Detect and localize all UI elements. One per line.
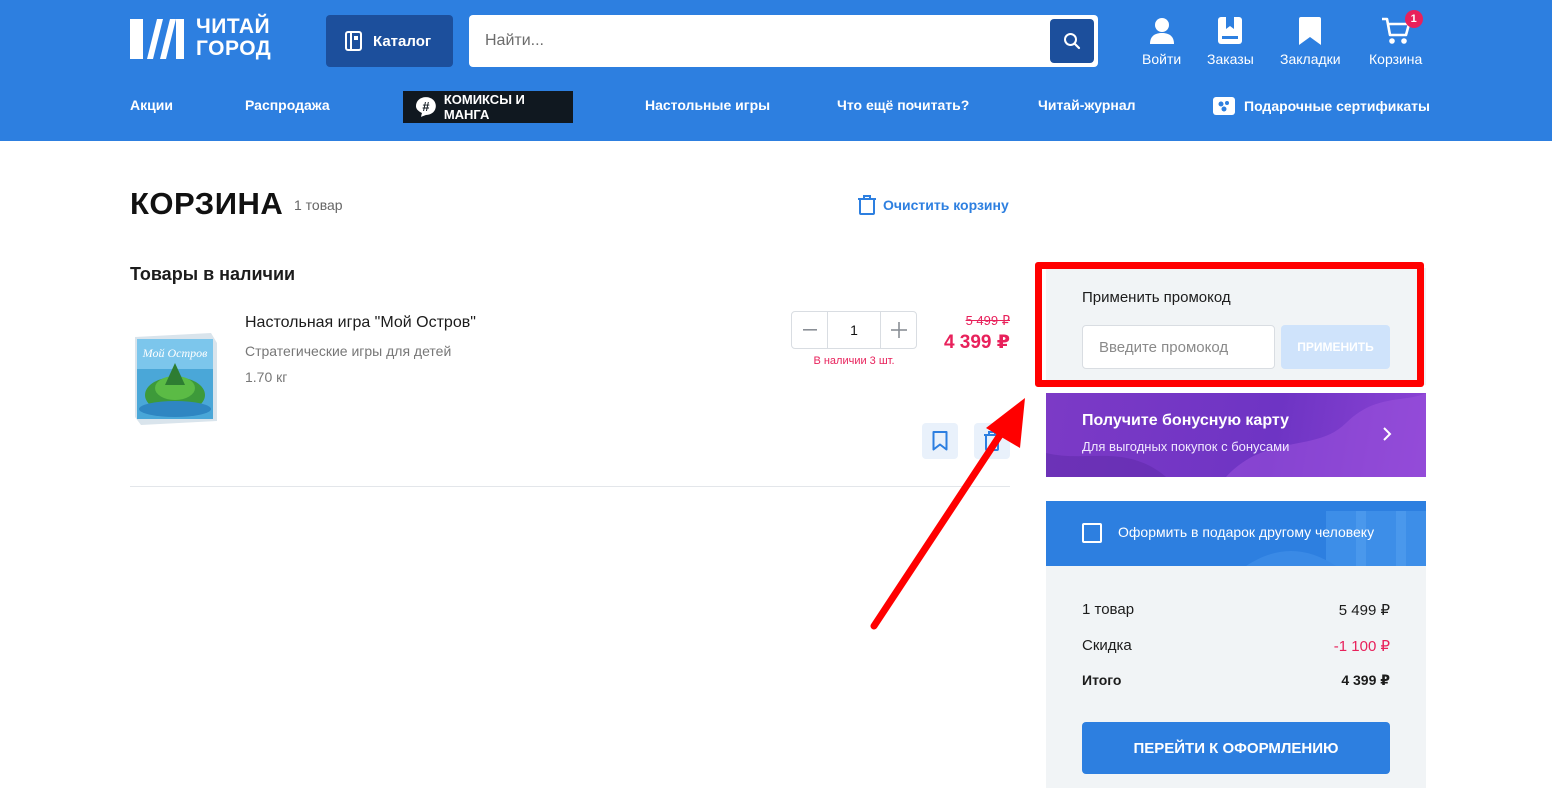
summary-items-value: 5 499 ₽ — [1338, 602, 1390, 619]
catalog-button[interactable]: Каталог — [326, 15, 453, 67]
catalog-book-icon — [345, 31, 362, 51]
summary-items-label: 1 товар — [1082, 601, 1135, 618]
product-box-art: Мой Остров — [135, 333, 217, 425]
nav-what-to-read[interactable]: Что ещё почитать? — [837, 97, 969, 113]
nav-comics-label: КОМИКСЫ И МАНГА — [443, 92, 525, 122]
nav-sale[interactable]: Распродажа — [245, 97, 330, 113]
comics-hash-icon: # — [415, 97, 436, 117]
svg-text:#: # — [422, 99, 429, 114]
box-art-title: Мой Остров — [142, 346, 208, 360]
decrease-quantity-button[interactable] — [792, 312, 827, 348]
orders-icon — [1218, 17, 1243, 44]
gift-label[interactable]: Оформить в подарок другому человеку — [1118, 524, 1374, 540]
annotation-arrow — [870, 398, 1025, 630]
in-stock-section-title: Товары в наличии — [130, 264, 296, 284]
nav-gift-cards-label: Подарочные сертификаты — [1244, 98, 1430, 114]
quantity-value[interactable]: 1 — [827, 312, 881, 348]
stock-status: В наличии 3 шт. — [813, 355, 895, 367]
nav-journal[interactable]: Читай-журнал — [1038, 97, 1136, 113]
orders-label: Заказы — [1207, 51, 1254, 67]
logo-line-1: ЧИТАЙ — [196, 15, 271, 38]
search-input[interactable] — [469, 15, 1044, 67]
nav-gift-cards[interactable]: Подарочные сертификаты — [1213, 97, 1430, 115]
summary-total-value: 4 399 ₽ — [1341, 672, 1390, 688]
current-price: 4 399 ₽ — [943, 332, 1010, 353]
logo[interactable]: ЧИТАЙ ГОРОД — [130, 16, 285, 63]
summary-discount-value: -1 100 ₽ — [1333, 638, 1390, 655]
summary-total-row: Итого 4 399 ₽ — [1082, 672, 1390, 689]
bonus-card-title: Получите бонусную карту — [1082, 412, 1290, 429]
gift-checkbox[interactable] — [1082, 523, 1102, 543]
quantity-stepper: 1 — [791, 311, 917, 349]
checkout-button[interactable]: ПЕРЕЙТИ К ОФОРМЛЕНИЮ — [1082, 722, 1390, 774]
trash-icon — [858, 195, 876, 215]
gift-order-panel: Оформить в подарок другому человеку — [1046, 501, 1426, 566]
nav-comics[interactable]: # КОМИКСЫ И МАНГА — [403, 91, 573, 123]
bookmarks-button[interactable]: Закладки — [1280, 13, 1341, 67]
search-button[interactable] — [1050, 19, 1094, 63]
orders-button[interactable]: Заказы — [1207, 13, 1254, 67]
login-button[interactable]: Войти — [1142, 13, 1181, 67]
site-header: ЧИТАЙ ГОРОД Каталог Войти — [0, 0, 1552, 141]
bonus-card-banner[interactable]: Получите бонусную карту Для выгодных пок… — [1046, 393, 1426, 477]
cart-count-badge: 1 — [1404, 10, 1423, 28]
cart-item-count: 1 товар — [294, 197, 343, 213]
search-bar — [469, 15, 1098, 67]
gift-card-icon — [1213, 97, 1235, 115]
clear-cart-label: Очистить корзину — [883, 197, 1009, 213]
logo-icon — [130, 19, 184, 59]
product-image[interactable]: Мой Остров — [131, 333, 219, 425]
increase-quantity-button[interactable] — [881, 312, 916, 348]
clear-cart-button[interactable]: Очистить корзину — [858, 195, 1009, 215]
logo-line-2: ГОРОД — [196, 37, 272, 60]
plus-icon — [890, 322, 907, 338]
catalog-label: Каталог — [373, 32, 432, 50]
bookmark-icon — [1299, 17, 1322, 45]
summary-total-label: Итого — [1082, 672, 1122, 688]
bookmarks-label: Закладки — [1280, 51, 1341, 67]
logo-text: ЧИТАЙ ГОРОД — [196, 16, 271, 60]
page-title: КОРЗИНА — [130, 186, 284, 221]
nav-promotions[interactable]: Акции — [130, 97, 173, 113]
user-icon — [1149, 18, 1174, 44]
summary-discount-label: Скидка — [1082, 637, 1132, 654]
summary-items-row: 1 товар 5 499 ₽ — [1082, 601, 1390, 619]
bonus-banner-wave — [1046, 393, 1426, 477]
product-name[interactable]: Настольная игра "Мой Остров" — [245, 314, 476, 332]
order-summary: 1 товар 5 499 ₽ Скидка -1 100 ₽ Итого 4 … — [1046, 566, 1426, 788]
summary-discount-row: Скидка -1 100 ₽ — [1082, 637, 1390, 655]
product-category: Стратегические игры для детей — [245, 343, 452, 359]
minus-icon — [802, 329, 817, 331]
nav-board-games[interactable]: Настольные игры — [645, 97, 770, 113]
search-icon — [1064, 33, 1081, 50]
annotation-highlight-frame — [1035, 262, 1424, 387]
old-price: 5 499 ₽ — [965, 313, 1010, 328]
bonus-card-subtitle: Для выгодных покупок с бонусами — [1082, 439, 1290, 454]
cart-button[interactable]: 1 Корзина — [1369, 10, 1423, 67]
cart-label: Корзина — [1369, 51, 1423, 67]
product-weight: 1.70 кг — [245, 369, 288, 385]
login-label: Войти — [1142, 51, 1182, 67]
chevron-right-icon — [1383, 427, 1392, 441]
